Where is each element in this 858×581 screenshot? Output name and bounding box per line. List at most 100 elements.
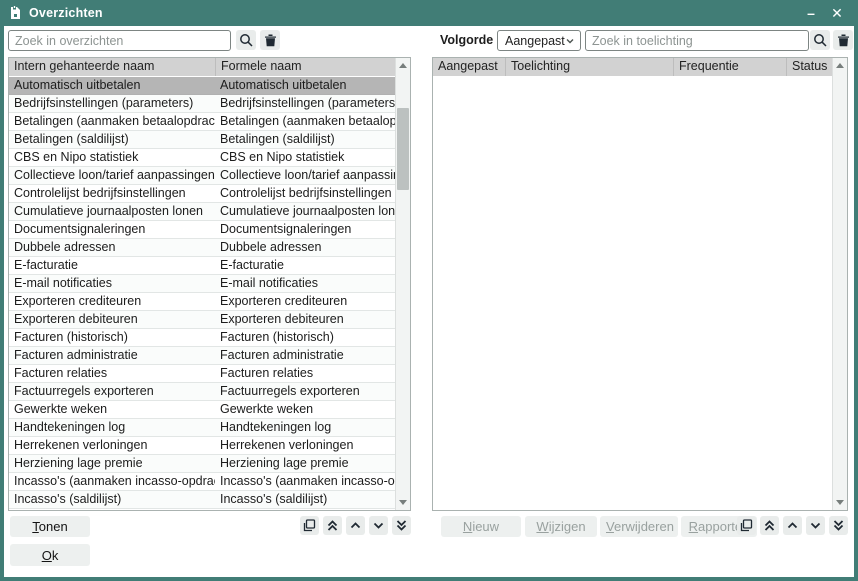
cell-formele-naam: Automatisch uitbetalen — [215, 77, 395, 94]
wijzigen-button[interactable]: Wijzigen — [525, 516, 597, 537]
overzichten-table-body: Automatisch uitbetalen Automatisch uitbe… — [9, 77, 395, 510]
table-row[interactable]: Exporteren debiteuren Exporteren debiteu… — [9, 311, 395, 329]
cell-intern-naam: E-facturatie — [9, 257, 215, 274]
table-row[interactable]: Controlelijst bedrijfsinstellingen Contr… — [9, 185, 395, 203]
toelichting-scrollbar[interactable] — [832, 58, 847, 510]
double-chevron-down-icon[interactable] — [392, 516, 411, 535]
column-header-intern[interactable]: Intern gehanteerde naam — [9, 58, 215, 76]
scrollbar-thumb[interactable] — [397, 108, 409, 190]
cell-formele-naam: Betalingen (aanmaken betaalopd... — [215, 113, 395, 130]
cell-intern-naam: Facturen relaties — [9, 365, 215, 382]
cell-intern-naam: Facturen (historisch) — [9, 329, 215, 346]
trash-icon[interactable] — [833, 30, 853, 50]
cell-formele-naam: Cumulatieve journaalposten lonen — [215, 203, 395, 220]
chevron-up-icon[interactable] — [783, 516, 802, 535]
overzichten-table: Intern gehanteerde naam Formele naam Aut… — [8, 57, 411, 511]
cell-formele-naam: E-facturatie — [215, 257, 395, 274]
verwijderen-button[interactable]: Verwijderen — [600, 516, 678, 537]
cell-formele-naam: Bedrijfsinstellingen (parameters) — [215, 95, 395, 112]
cell-intern-naam: Gewerkte weken — [9, 401, 215, 418]
nieuw-button[interactable]: Nieuw — [441, 516, 521, 537]
cell-intern-naam: Herrekenen verloningen — [9, 437, 215, 454]
cell-intern-naam: Facturen administratie — [9, 347, 215, 364]
chevron-down-icon[interactable] — [369, 516, 388, 535]
column-header-frequentie[interactable]: Frequentie — [673, 58, 786, 76]
table-row[interactable]: Incasso's (aanmaken incasso-opdrac... In… — [9, 473, 395, 491]
tonen-button[interactable]: Tonen — [10, 516, 90, 537]
trash-icon[interactable] — [260, 30, 280, 50]
table-row[interactable]: Dubbele adressen Dubbele adressen — [9, 239, 395, 257]
scroll-up-icon[interactable] — [399, 63, 407, 68]
table-row[interactable]: Exporteren crediteuren Exporteren credit… — [9, 293, 395, 311]
overzichten-window: Overzichten – ✕ Intern gehanteerde naam … — [0, 0, 858, 581]
cell-formele-naam: Facturen relaties — [215, 365, 395, 382]
table-row[interactable]: Cumulatieve journaalposten lonen Cumulat… — [9, 203, 395, 221]
cell-intern-naam: Incasso's (saldilijst) — [9, 491, 215, 508]
table-row[interactable]: Gewerkte weken Gewerkte weken — [9, 401, 395, 419]
minimize-button[interactable]: – — [798, 2, 824, 24]
double-chevron-down-icon[interactable] — [829, 516, 848, 535]
cell-formele-naam: Facturen (historisch) — [215, 329, 395, 346]
scroll-down-icon[interactable] — [399, 500, 407, 505]
right-nav-icons — [737, 516, 848, 535]
search-overzichten-input[interactable] — [8, 30, 231, 51]
cell-intern-naam: Dubbele adressen — [9, 239, 215, 256]
table-row[interactable]: E-facturatie E-facturatie — [9, 257, 395, 275]
dialog-content: Intern gehanteerde naam Formele naam Aut… — [4, 26, 854, 577]
close-button[interactable]: ✕ — [824, 2, 850, 24]
table-row[interactable]: Herrekenen verloningen Herrekenen verlon… — [9, 437, 395, 455]
chevron-down-icon[interactable] — [806, 516, 825, 535]
scroll-down-icon[interactable] — [836, 500, 844, 505]
toelichting-table: Aangepast Toelichting Frequentie Status — [432, 57, 848, 511]
table-row[interactable]: CBS en Nipo statistiek CBS en Nipo stati… — [9, 149, 395, 167]
cell-intern-naam: Controlelijst bedrijfsinstellingen — [9, 185, 215, 202]
volgorde-dropdown[interactable]: Aangepast — [497, 30, 581, 51]
table-row[interactable]: E-mail notificaties E-mail notificaties — [9, 275, 395, 293]
cell-formele-naam: Exporteren debiteuren — [215, 311, 395, 328]
column-header-status[interactable]: Status — [786, 58, 832, 76]
table-row[interactable]: Facturen (historisch) Facturen (historis… — [9, 329, 395, 347]
ok-button[interactable]: Ok — [10, 544, 90, 566]
overzichten-scrollbar[interactable] — [395, 58, 410, 510]
table-row[interactable]: Collectieve loon/tarief aanpassingen Col… — [9, 167, 395, 185]
table-row[interactable]: Facturen administratie Facturen administ… — [9, 347, 395, 365]
titlebar: Overzichten – ✕ — [0, 0, 858, 26]
table-row[interactable]: Handtekeningen log Handtekeningen log — [9, 419, 395, 437]
double-chevron-up-icon[interactable] — [323, 516, 342, 535]
cell-formele-naam: CBS en Nipo statistiek — [215, 149, 395, 166]
cell-intern-naam: Exporteren crediteuren — [9, 293, 215, 310]
copy-icon[interactable] — [300, 516, 319, 535]
cell-formele-naam: Documentsignaleringen — [215, 221, 395, 238]
cell-formele-naam: Factuurregels exporteren — [215, 383, 395, 400]
table-row[interactable]: Bedrijfsinstellingen (parameters) Bedrij… — [9, 95, 395, 113]
table-row[interactable]: Incasso's (saldilijst) Incasso's (saldil… — [9, 491, 395, 509]
column-header-toelichting[interactable]: Toelichting — [505, 58, 673, 76]
search-icon[interactable] — [236, 30, 256, 50]
cell-formele-naam: Exporteren crediteuren — [215, 293, 395, 310]
table-row[interactable]: Herziening lage premie Herziening lage p… — [9, 455, 395, 473]
cell-formele-naam: Herziening lage premie — [215, 455, 395, 472]
column-header-formeel[interactable]: Formele naam — [215, 58, 395, 76]
table-row[interactable]: Betalingen (aanmaken betaalopdrach... Be… — [9, 113, 395, 131]
window-title: Overzichten — [29, 6, 103, 20]
cell-intern-naam: Cumulatieve journaalposten lonen — [9, 203, 215, 220]
scroll-up-icon[interactable] — [836, 63, 844, 68]
cell-formele-naam: Handtekeningen log — [215, 419, 395, 436]
table-row[interactable]: Documentsignaleringen Documentsignalerin… — [9, 221, 395, 239]
double-chevron-up-icon[interactable] — [760, 516, 779, 535]
table-row[interactable]: Automatisch uitbetalen Automatisch uitbe… — [9, 77, 395, 95]
table-row[interactable]: Factuurregels exporteren Factuurregels e… — [9, 383, 395, 401]
overzichten-table-header: Intern gehanteerde naam Formele naam — [9, 58, 395, 76]
cell-intern-naam: Collectieve loon/tarief aanpassingen — [9, 167, 215, 184]
copy-icon[interactable] — [737, 516, 756, 535]
column-header-aangepast[interactable]: Aangepast — [433, 58, 505, 76]
cell-formele-naam: Dubbele adressen — [215, 239, 395, 256]
search-toelichting-input[interactable] — [585, 30, 809, 51]
document-icon — [9, 6, 22, 20]
chevron-up-icon[interactable] — [346, 516, 365, 535]
table-row[interactable]: Betalingen (saldilijst) Betalingen (sald… — [9, 131, 395, 149]
cell-formele-naam: Incasso's (aanmaken incasso-op... — [215, 473, 395, 490]
search-icon[interactable] — [810, 30, 830, 50]
table-row[interactable]: Facturen relaties Facturen relaties — [9, 365, 395, 383]
cell-intern-naam: Herziening lage premie — [9, 455, 215, 472]
